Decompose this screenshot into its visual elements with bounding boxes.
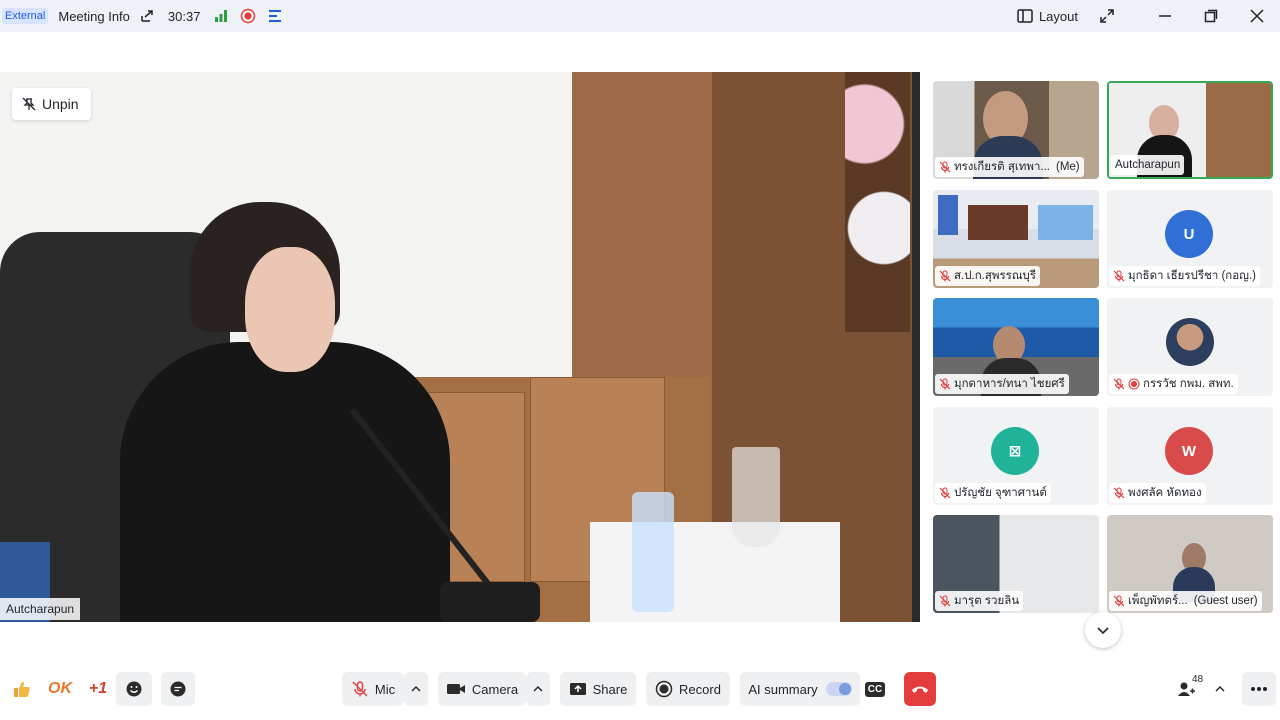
scroll-down-button[interactable] xyxy=(1085,612,1121,648)
unpin-icon xyxy=(22,97,36,111)
mic-muted-icon xyxy=(939,595,951,607)
participant-label: มารุต รวยลิน xyxy=(935,591,1024,611)
network-signal-icon[interactable] xyxy=(214,9,228,23)
participant-label: ส.ป.ก.สุพรรณบุรี xyxy=(935,266,1040,286)
share-label: Share xyxy=(592,681,628,697)
fullscreen-icon[interactable] xyxy=(1092,0,1122,32)
main-speaker-video[interactable] xyxy=(0,72,920,622)
record-button[interactable]: Record xyxy=(646,672,730,706)
participant-label: เพ็ญพัทตร์... (Guest user) xyxy=(1109,591,1262,611)
recording-indicator-icon xyxy=(1128,378,1140,390)
camera-button[interactable]: Camera xyxy=(438,672,526,706)
ok-reaction-button[interactable]: OK xyxy=(42,672,78,706)
layout-button[interactable]: Layout xyxy=(1017,9,1078,24)
more-options-button[interactable] xyxy=(1242,672,1276,706)
layout-label: Layout xyxy=(1038,8,1078,24)
participant-tile[interactable]: ทรงเกียรติ สุเทพา... (Me) xyxy=(933,81,1099,179)
chevron-up-icon xyxy=(533,684,543,694)
avatar: W xyxy=(1165,427,1213,475)
close-button[interactable] xyxy=(1234,0,1280,32)
leave-meeting-button[interactable] xyxy=(904,672,936,706)
share-link-icon[interactable] xyxy=(140,9,154,23)
participant-tile[interactable]: U มุกธิดา เธียรปรีชา (กอญ.) xyxy=(1107,190,1273,288)
avatar: ⊠ xyxy=(991,427,1039,475)
maximize-button[interactable] xyxy=(1188,0,1234,32)
cc-icon: CC xyxy=(864,681,886,697)
camera-label: Camera xyxy=(471,681,519,697)
record-icon xyxy=(655,680,673,698)
unpin-label: Unpin xyxy=(42,96,79,112)
participants-button[interactable]: 48 xyxy=(1166,672,1206,706)
plus-one-reaction-button[interactable]: +1 xyxy=(80,672,116,706)
avatar: U xyxy=(1165,210,1213,258)
more-dots-icon xyxy=(1250,686,1268,692)
participants-count: 48 xyxy=(1192,674,1204,685)
mic-muted-icon xyxy=(351,680,369,698)
participant-tile[interactable]: ส.ป.ก.สุพรรณบุรี xyxy=(933,190,1099,288)
ai-summary-toggle[interactable]: AI summary xyxy=(740,672,860,706)
share-screen-icon xyxy=(569,681,587,697)
chat-button[interactable] xyxy=(161,672,195,706)
external-badge: External xyxy=(2,8,49,24)
participant-tile[interactable]: W พงศลัค หัดทอง xyxy=(1107,407,1273,505)
chevron-up-icon xyxy=(1215,684,1225,694)
camera-icon xyxy=(446,681,466,697)
chevron-up-icon xyxy=(411,684,421,694)
camera-options-button[interactable] xyxy=(526,672,550,706)
speaker-name-label: Autcharapun xyxy=(0,598,81,620)
participant-tile[interactable]: มุกดาหาร/ทนา ไชยศรี xyxy=(933,298,1099,396)
mic-muted-icon xyxy=(939,270,951,282)
mic-label: Mic xyxy=(374,681,396,697)
ai-summary-switch[interactable] xyxy=(825,682,852,696)
hang-up-icon xyxy=(911,683,929,695)
mic-muted-icon xyxy=(1113,595,1125,607)
emoji-icon xyxy=(125,680,143,698)
speaker-figure xyxy=(120,342,450,622)
chevron-down-icon xyxy=(1096,623,1110,637)
meeting-toolbar: OK +1 Mic Camera Share Record AI summary… xyxy=(0,668,1280,714)
mic-muted-icon xyxy=(1113,487,1125,499)
participant-label: ทรงเกียรติ สุเทพา... (Me) xyxy=(935,157,1084,177)
layout-icon xyxy=(1017,9,1033,23)
participant-label: พงศลัค หัดทอง xyxy=(1109,483,1206,503)
participant-label: ปรัญชัย จุฑาศานต์ xyxy=(935,483,1051,503)
more-reactions-button[interactable] xyxy=(116,672,152,706)
participant-label: กรรวัช กพม. สพท. xyxy=(1109,374,1238,394)
share-button[interactable]: Share xyxy=(560,672,636,706)
title-bar: External Meeting Info 30:37 Layout xyxy=(0,0,1280,32)
mic-button[interactable]: Mic xyxy=(342,672,404,706)
thumbs-up-reaction-button[interactable] xyxy=(4,672,40,706)
mic-muted-icon xyxy=(939,161,951,173)
unpin-button[interactable]: Unpin xyxy=(12,88,91,120)
participant-tile[interactable]: เพ็ญพัทตร์... (Guest user) xyxy=(1107,515,1273,613)
participant-label: Autcharapun xyxy=(1111,155,1185,175)
avatar xyxy=(1166,318,1214,366)
mic-muted-icon xyxy=(939,378,951,390)
recording-indicator-icon[interactable] xyxy=(240,8,256,24)
minimize-button[interactable] xyxy=(1142,0,1188,32)
participant-tile[interactable]: ⊠ ปรัญชัย จุฑาศานต์ xyxy=(933,407,1099,505)
record-label: Record xyxy=(679,681,721,697)
meeting-info-button[interactable]: Meeting Info xyxy=(58,9,130,24)
mic-muted-icon xyxy=(939,487,951,499)
mic-muted-icon xyxy=(1113,270,1125,282)
chat-icon xyxy=(169,680,187,698)
participant-label: มุกธิดา เธียรปรีชา (กอญ.) xyxy=(1109,266,1261,286)
participant-tile[interactable]: มารุต รวยลิน xyxy=(933,515,1099,613)
participant-label: มุกดาหาร/ทนา ไชยศรี xyxy=(935,374,1069,394)
participants-options-button[interactable] xyxy=(1208,672,1232,706)
mic-muted-icon xyxy=(1113,378,1125,390)
captions-button[interactable]: CC xyxy=(860,672,890,706)
thumbs-up-icon xyxy=(12,679,32,699)
ai-summary-label: AI summary xyxy=(748,681,818,697)
mic-options-button[interactable] xyxy=(404,672,428,706)
participant-tile[interactable]: กรรวัช กพม. สพท. xyxy=(1107,298,1273,396)
participant-tile[interactable]: Autcharapun xyxy=(1107,81,1273,179)
transcript-icon[interactable] xyxy=(268,9,282,23)
meeting-timer: 30:37 xyxy=(167,8,201,24)
